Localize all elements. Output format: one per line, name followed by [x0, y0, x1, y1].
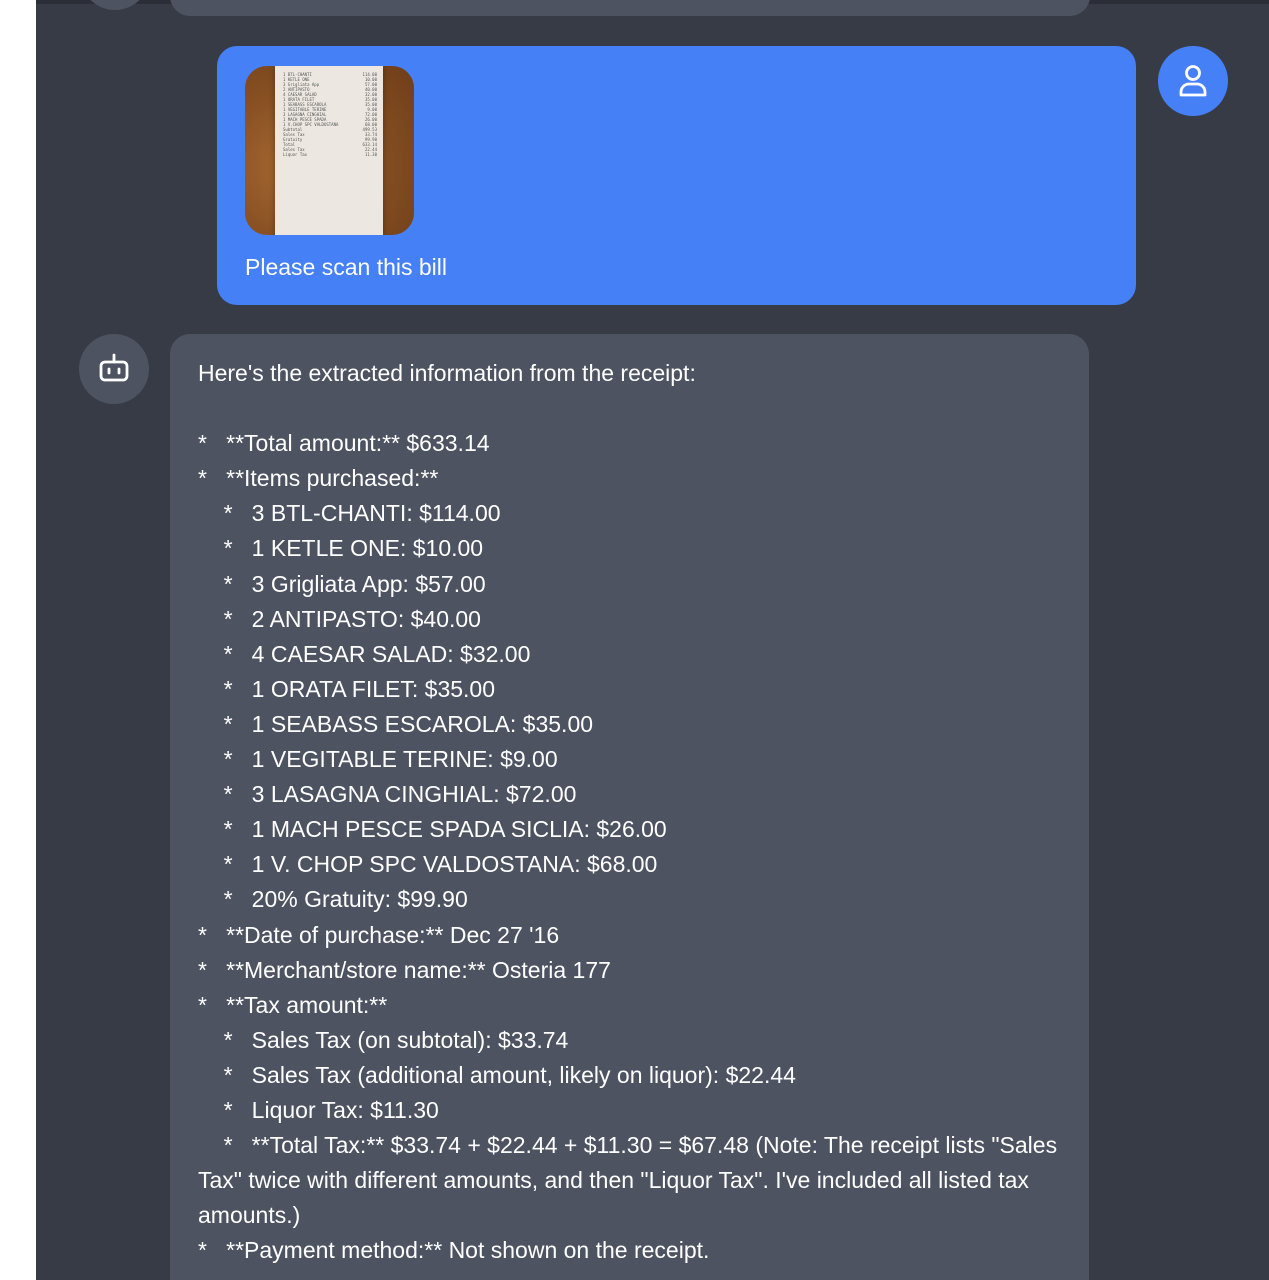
bot-message-text: Here's the extracted information from th… [198, 360, 1058, 1264]
user-message-text: Please scan this bill [245, 254, 447, 280]
left-margin [0, 0, 36, 1280]
bot-message-bubble: Here's the extracted information from th… [170, 334, 1089, 1280]
receipt-image-thumbnail[interactable]: 1 BTL-CHANTI 114.00 1 KETLE ONE 10.00 3 Grig… [245, 66, 414, 235]
receipt-line: Liquor Tax 11.30 [283, 152, 377, 157]
receipt-line-label: Liquor Tax [283, 152, 308, 157]
receipt-paper: 1 BTL-CHANTI 114.00 1 KETLE ONE 10.00 3 Grig… [275, 66, 383, 235]
chat-area[interactable]: 1 BTL-CHANTI 114.00 1 KETLE ONE 10.00 3 Grig… [36, 0, 1269, 1280]
receipt-line-value: 11.30 [364, 152, 377, 157]
robot-icon [99, 353, 129, 382]
user-avatar [1158, 46, 1228, 116]
user-message-bubble: 1 BTL-CHANTI 114.00 1 KETLE ONE 10.00 3 Grig… [217, 46, 1136, 305]
previous-message-bubble [170, 0, 1090, 16]
bot-avatar [79, 334, 149, 404]
user-icon [1179, 65, 1207, 97]
